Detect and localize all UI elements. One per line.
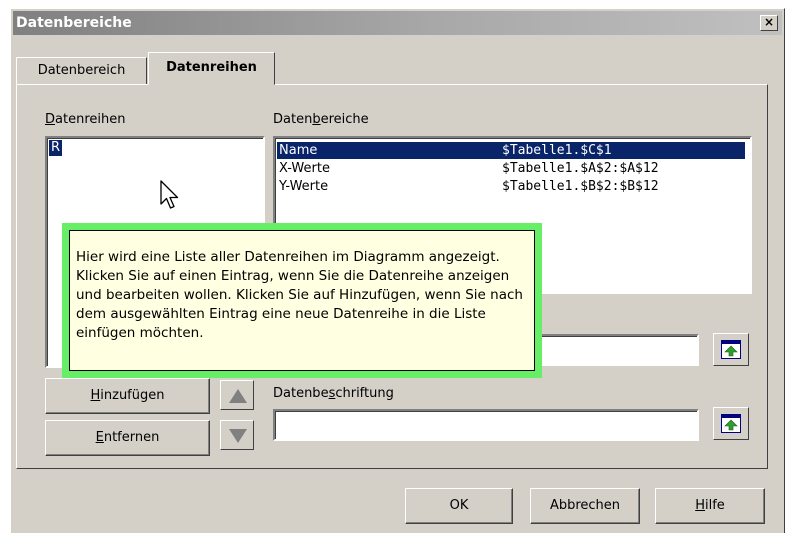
ranges-list-label: Datenbereiche xyxy=(273,112,369,127)
tab-datenbereich[interactable]: Datenbereich xyxy=(16,57,147,84)
move-up-button[interactable] xyxy=(220,380,254,410)
series-item-label: R xyxy=(51,140,61,155)
data-label-label: Datenbeschriftung xyxy=(273,386,394,401)
cancel-button[interactable]: Abbrechen xyxy=(530,488,640,524)
ok-button[interactable]: OK xyxy=(405,488,513,524)
table-row[interactable]: Name $Tabelle1.$C$1 xyxy=(277,142,745,159)
help-button[interactable]: Hilfe xyxy=(655,488,765,524)
arrow-down-icon xyxy=(229,429,247,443)
range-select-icon xyxy=(721,340,741,359)
window-title: Datenbereiche xyxy=(16,15,132,31)
tab-label: Datenbereich xyxy=(37,63,126,78)
tab-datenreihen[interactable]: Datenreihen xyxy=(148,52,275,85)
series-list-label: Datenreihen xyxy=(45,112,126,127)
move-down-button[interactable] xyxy=(220,420,254,450)
cancel-label: Abbrechen xyxy=(549,498,621,513)
close-icon: × xyxy=(763,15,775,29)
mouse-pointer-icon xyxy=(160,180,179,209)
range-name: X-Werte xyxy=(279,161,330,176)
range-select-icon xyxy=(721,414,741,433)
tooltip-text: Hier wird eine Liste aller Datenreihen i… xyxy=(69,230,535,371)
help-tooltip: Hier wird eine Liste aller Datenreihen i… xyxy=(62,223,542,378)
title-bar[interactable]: Datenbereiche × xyxy=(13,11,782,35)
select-label-range-button[interactable] xyxy=(713,407,749,440)
tab-label: Datenreihen xyxy=(166,60,257,75)
range-name: Name xyxy=(279,143,318,158)
select-range-button[interactable] xyxy=(713,333,749,366)
range-name: Y-Werte xyxy=(279,179,329,194)
list-item[interactable]: R xyxy=(49,140,63,156)
data-label-input[interactable] xyxy=(273,409,699,441)
remove-button[interactable]: Entfernen xyxy=(45,420,210,456)
range-value: $Tabelle1.$C$1 xyxy=(502,143,612,158)
range-value: $Tabelle1.$B$2:$B$12 xyxy=(502,179,659,194)
table-row[interactable]: Y-Werte $Tabelle1.$B$2:$B$12 xyxy=(277,178,745,195)
add-button[interactable]: Hinzufügen xyxy=(45,378,210,414)
arrow-up-icon xyxy=(229,389,247,403)
table-row[interactable]: X-Werte $Tabelle1.$A$2:$A$12 xyxy=(277,160,745,177)
close-button[interactable]: × xyxy=(760,15,778,31)
range-value: $Tabelle1.$A$2:$A$12 xyxy=(502,161,659,176)
ok-label: OK xyxy=(449,498,469,513)
